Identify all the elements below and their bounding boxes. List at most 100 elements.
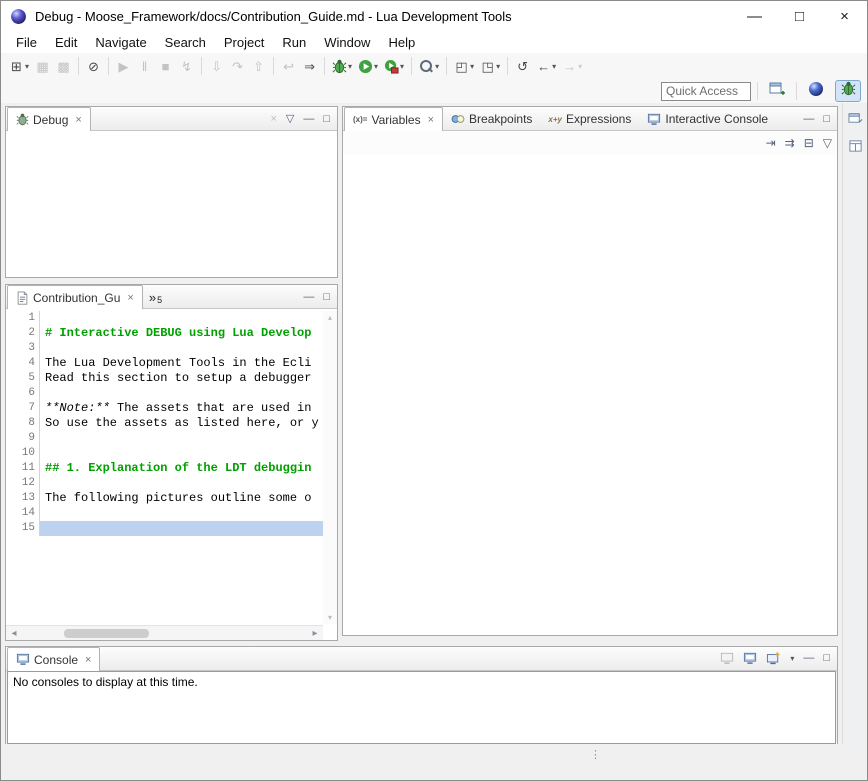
annotation-ruler xyxy=(6,401,16,416)
maximize-button[interactable]: □ xyxy=(777,1,822,31)
menu-search[interactable]: Search xyxy=(156,33,215,52)
restore-view-button-2[interactable] xyxy=(846,139,865,157)
scroll-down-icon[interactable]: ▾ xyxy=(328,613,332,622)
view-menu-button[interactable]: ▽ xyxy=(286,114,294,125)
dropdown-arrow-icon[interactable]: ▾ xyxy=(348,62,352,71)
display-selected-console-button[interactable] xyxy=(743,652,757,665)
scrollbar-thumb[interactable] xyxy=(64,629,149,638)
scroll-right-icon[interactable]: ▸ xyxy=(307,628,323,639)
run-button[interactable]: ▾ xyxy=(356,55,380,77)
dropdown-arrow-icon[interactable]: ▾ xyxy=(470,62,474,71)
maximize-button[interactable]: □ xyxy=(823,114,830,125)
variables-view-body[interactable] xyxy=(343,155,837,635)
dropdown-arrow-icon[interactable]: ▾ xyxy=(400,62,404,71)
line-text[interactable]: # Interactive DEBUG using Lua Develop xyxy=(40,326,323,341)
dropdown-arrow-icon[interactable]: ▾ xyxy=(25,62,29,71)
scroll-left-icon[interactable]: ◂ xyxy=(6,628,22,639)
line-text[interactable]: So use the assets as listed here, or y xyxy=(40,416,323,431)
menu-navigate[interactable]: Navigate xyxy=(86,33,155,52)
close-icon[interactable]: × xyxy=(127,292,133,304)
tab-contribution-guide[interactable]: Contribution_Gu × xyxy=(7,285,143,309)
terminate-button: ■ xyxy=(156,55,175,77)
dropdown-arrow-icon[interactable]: ▾ xyxy=(552,62,556,71)
back-button[interactable]: ←▾ xyxy=(534,55,558,77)
tab-debug[interactable]: Debug × xyxy=(7,107,91,131)
debug-button[interactable]: ▾ xyxy=(330,55,354,77)
close-icon[interactable]: × xyxy=(75,114,81,126)
line-text[interactable]: **Note:** The assets that are used in xyxy=(40,401,323,416)
editor-lines[interactable]: 12# Interactive DEBUG using Lua Develop3… xyxy=(6,311,323,624)
horizontal-scrollbar[interactable]: ◂ ▸ xyxy=(6,625,323,640)
line-text[interactable] xyxy=(40,386,323,401)
dropdown-arrow-icon[interactable]: ▾ xyxy=(790,654,794,663)
line-text[interactable] xyxy=(40,476,323,491)
last-edit-location-button[interactable]: ↺ xyxy=(513,55,532,77)
menu-file[interactable]: File xyxy=(7,33,46,52)
dropdown-arrow-icon[interactable]: ▾ xyxy=(496,62,500,71)
close-button[interactable]: × xyxy=(822,1,867,31)
tab-interactive-console[interactable]: Interactive Console xyxy=(639,108,776,130)
console-icon xyxy=(16,653,30,666)
skip-all-breakpoints-button[interactable]: ⊘ xyxy=(84,55,103,77)
debug-view-body[interactable] xyxy=(6,131,337,277)
menu-window[interactable]: Window xyxy=(315,33,379,52)
menu-project[interactable]: Project xyxy=(215,33,273,52)
line-text[interactable]: The Lua Development Tools in the Ecli xyxy=(40,356,323,371)
maximize-button[interactable]: □ xyxy=(823,653,830,664)
tab-label: Debug xyxy=(33,113,68,127)
new-lua-test-button[interactable]: ◳▾ xyxy=(478,55,502,77)
menu-run[interactable]: Run xyxy=(273,33,315,52)
close-icon[interactable]: × xyxy=(85,654,91,666)
line-text[interactable] xyxy=(40,521,323,536)
use-step-filters-button[interactable]: ⇒ xyxy=(300,55,319,77)
editor-line: 5Read this section to setup a debugger xyxy=(6,371,323,386)
minimize-button[interactable]: — xyxy=(303,114,314,125)
tab-console[interactable]: Console × xyxy=(7,647,100,671)
vertical-scrollbar[interactable]: ▴ ▾ xyxy=(323,311,337,624)
debug-perspective-icon xyxy=(841,81,856,101)
editor-line: 12 xyxy=(6,476,323,491)
line-text[interactable]: The following pictures outline some o xyxy=(40,491,323,506)
line-text[interactable] xyxy=(40,341,323,356)
open-perspective-button[interactable] xyxy=(764,80,790,102)
perspective-debug-button[interactable] xyxy=(835,80,861,102)
console-body[interactable]: No consoles to display at this time. xyxy=(7,671,836,744)
restore-view-button-1[interactable] xyxy=(846,111,865,129)
minimize-button[interactable]: — xyxy=(303,292,314,303)
line-text[interactable]: ## 1. Explanation of the LDT debuggin xyxy=(40,461,323,476)
line-text[interactable] xyxy=(40,311,323,326)
external-tools-button[interactable]: ▾ xyxy=(382,55,406,77)
tab-variables[interactable]: (x)=Variables× xyxy=(344,107,443,131)
show-type-names-button[interactable]: ⇥ xyxy=(766,137,776,149)
line-text[interactable] xyxy=(40,431,323,446)
minimize-button[interactable]: — xyxy=(732,1,777,31)
tab-breakpoints[interactable]: Breakpoints xyxy=(443,108,540,130)
show-logical-structure-button[interactable]: ⇉ xyxy=(785,137,795,149)
menu-help[interactable]: Help xyxy=(379,33,424,52)
search-button[interactable]: ▾ xyxy=(417,55,441,77)
line-text[interactable] xyxy=(40,506,323,521)
sash-grip[interactable]: ⋮ xyxy=(590,748,601,761)
open-console-button[interactable] xyxy=(766,652,780,665)
new-button[interactable]: ⊞▾ xyxy=(7,55,31,77)
minimize-button[interactable]: — xyxy=(803,653,814,664)
menu-edit[interactable]: Edit xyxy=(46,33,86,52)
maximize-button[interactable]: □ xyxy=(323,292,330,303)
editor-tab-overflow[interactable]: » 5 xyxy=(143,286,168,308)
close-icon[interactable]: × xyxy=(428,114,434,126)
line-text[interactable]: Read this section to setup a debugger xyxy=(40,371,323,386)
collapse-all-button[interactable]: ⊟ xyxy=(804,137,814,149)
scroll-up-icon[interactable]: ▴ xyxy=(328,313,332,322)
minimize-button[interactable]: — xyxy=(803,114,814,125)
quick-access-input[interactable] xyxy=(661,82,751,101)
new-lua-file-button[interactable]: ◰▾ xyxy=(452,55,476,77)
maximize-button[interactable]: □ xyxy=(323,114,330,125)
tab-expressions[interactable]: x+yExpressions xyxy=(540,108,639,130)
dropdown-arrow-icon[interactable]: ▾ xyxy=(435,62,439,71)
line-text[interactable] xyxy=(40,446,323,461)
perspective-ldt-button[interactable] xyxy=(803,80,829,102)
view-menu-button[interactable]: ▽ xyxy=(823,137,832,149)
dropdown-arrow-icon[interactable]: ▾ xyxy=(374,62,378,71)
variables-view-toolbar: ⇥ ⇉ ⊟ ▽ xyxy=(343,131,837,155)
dropdown-arrow-icon[interactable]: ▾ xyxy=(578,62,582,71)
